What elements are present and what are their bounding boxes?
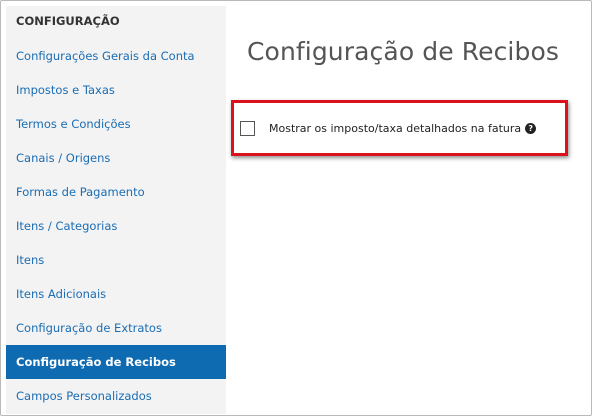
- app-window: CONFIGURAÇÃO Configurações Gerais da Con…: [0, 0, 592, 416]
- show-tax-details-checkbox[interactable]: [240, 120, 255, 136]
- sidebar-item-itens[interactable]: Itens: [6, 243, 226, 277]
- sidebar-item-canais-origens[interactable]: Canais / Origens: [6, 141, 226, 175]
- question-circle-icon[interactable]: ?: [525, 122, 537, 134]
- sidebar-item-configuracao-de-recibos[interactable]: Configuração de Recibos: [6, 345, 226, 379]
- sidebar-item-configuracoes-gerais[interactable]: Configurações Gerais da Conta: [6, 39, 226, 73]
- sidebar-item-itens-adicionais[interactable]: Itens Adicionais: [6, 277, 226, 311]
- sidebar-item-impostos-e-taxas[interactable]: Impostos e Taxas: [6, 73, 226, 107]
- sidebar-item-formas-de-pagamento[interactable]: Formas de Pagamento: [6, 175, 226, 209]
- receipt-tax-option: Mostrar os imposto/taxa detalhados na fa…: [240, 119, 537, 137]
- sidebar-header: CONFIGURAÇÃO: [16, 14, 120, 28]
- sidebar-item-termos-e-condicoes[interactable]: Termos e Condições: [6, 107, 226, 141]
- sidebar-item-itens-categorias[interactable]: Itens / Categorias: [6, 209, 226, 243]
- sidebar-item-configuracao-de-extratos[interactable]: Configuração de Extratos: [6, 311, 226, 345]
- show-tax-details-label[interactable]: Mostrar os imposto/taxa detalhados na fa…: [269, 122, 521, 135]
- page-title: Configuração de Recibos: [247, 37, 559, 66]
- sidebar: CONFIGURAÇÃO Configurações Gerais da Con…: [6, 6, 226, 414]
- sidebar-item-campos-personalizados[interactable]: Campos Personalizados: [6, 379, 226, 413]
